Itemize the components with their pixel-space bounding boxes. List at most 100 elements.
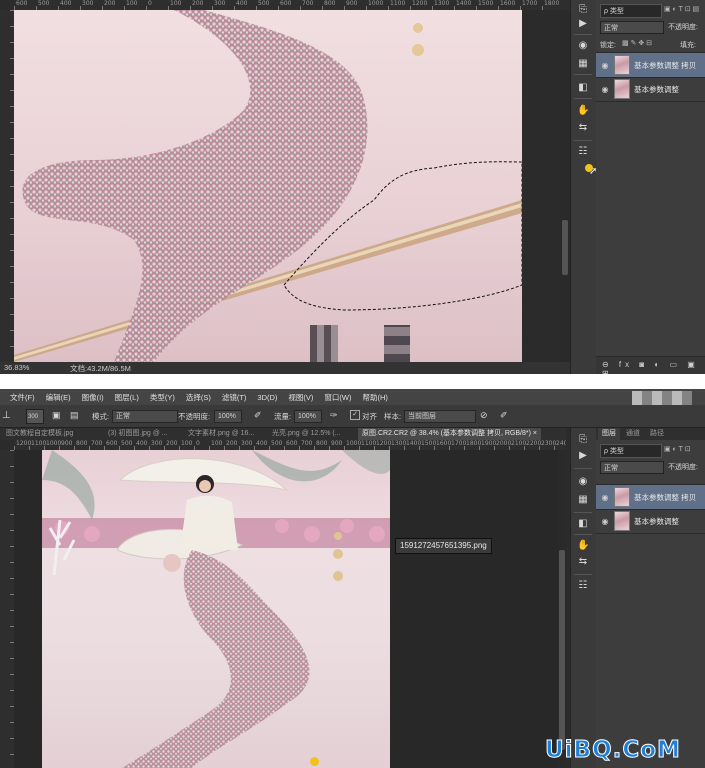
document-tab[interactable]: 原图.CR2.CR2 @ 38.4% (基本参数调整 拷贝, RGB/8*) × bbox=[358, 428, 541, 440]
menu-item[interactable]: 选择(S) bbox=[186, 392, 211, 403]
zoom-level[interactable]: 36.83% bbox=[4, 363, 29, 372]
panel-tab[interactable]: 路径 bbox=[646, 428, 668, 440]
bottom-vertical-ruler bbox=[0, 450, 14, 768]
color-wheel-icon[interactable]: ◉ bbox=[577, 476, 589, 488]
layer-row[interactable]: ◉ 基本参数调整 bbox=[596, 77, 705, 102]
top-canvas-photo bbox=[14, 10, 522, 362]
top-vertical-scrollbar[interactable] bbox=[560, 10, 570, 362]
blend-mode-select[interactable]: 正常 bbox=[600, 21, 664, 34]
align-checkbox[interactable]: ✓ bbox=[350, 410, 360, 420]
bottom-canvas[interactable] bbox=[42, 450, 390, 768]
ruler-tick-label: 1000 bbox=[368, 0, 384, 7]
doc-info: 文档:43.2M/86.5M bbox=[70, 364, 131, 373]
menu-bar: 文件(F) 编辑(E) 图像(I) 图层(L) 类型(Y) 选择(S) 滤镜(T) 3D(D)… bbox=[0, 389, 705, 405]
properties-icon[interactable]: ☷ bbox=[577, 580, 589, 592]
visibility-eye-icon[interactable]: ◉ bbox=[596, 85, 614, 94]
file-drag-name: 1591272457651395.png bbox=[400, 541, 487, 550]
lock-icons[interactable]: ▩ ✎ ✥ ⊟ bbox=[622, 39, 652, 47]
menu-item[interactable]: 编辑(E) bbox=[46, 392, 71, 403]
clone-source-icon[interactable]: ⇆ bbox=[577, 122, 589, 134]
top-scroll-thumb[interactable] bbox=[562, 220, 568, 275]
ruler-tick-label: 1800 bbox=[544, 0, 560, 7]
swatches-icon[interactable]: ▦ bbox=[577, 58, 589, 70]
ruler-tick-label: 500 bbox=[271, 440, 283, 447]
visibility-eye-icon[interactable]: ◉ bbox=[596, 517, 614, 526]
ruler-tick-label: 500 bbox=[258, 0, 270, 7]
menu-item[interactable]: 窗口(W) bbox=[324, 392, 351, 403]
document-tab[interactable]: 光亮.png @ 12.5% (... bbox=[268, 428, 345, 440]
top-side-toolstrip: ⎘ ▶ ◉ ▦ ◧ ✋ ⇆ ☷ ➚ bbox=[570, 0, 597, 374]
brush-presets-icon[interactable]: ✋ bbox=[577, 105, 589, 117]
menu-items: 文件(F) 编辑(E) 图像(I) 图层(L) 类型(Y) 选择(S) 滤镜(T) 3D(D)… bbox=[10, 392, 399, 403]
tool-divider bbox=[574, 512, 592, 513]
mode-select[interactable]: 正常 bbox=[112, 410, 178, 423]
menu-item[interactable]: 图像(I) bbox=[82, 392, 104, 403]
layer-filter[interactable]: ρ 类型 bbox=[600, 444, 662, 458]
layer-row[interactable]: ◉ 基本参数调整 拷贝 bbox=[596, 485, 705, 510]
airbrush-icon[interactable]: ✑ bbox=[330, 410, 338, 421]
color-wheel-icon[interactable]: ◉ bbox=[577, 40, 589, 52]
play-actions-icon[interactable]: ▶ bbox=[577, 18, 589, 30]
ruler-tick bbox=[542, 6, 543, 10]
visibility-eye-icon[interactable]: ◉ bbox=[596, 493, 614, 502]
ruler-tick-label: 400 bbox=[60, 0, 72, 7]
ignore-adjustments-icon[interactable]: ⊘ bbox=[480, 410, 488, 421]
tool-preset-icon[interactable]: ⊥ bbox=[2, 410, 11, 421]
menu-item[interactable]: 3D(D) bbox=[257, 393, 277, 402]
top-canvas[interactable] bbox=[14, 10, 522, 362]
clone-panel-icon[interactable]: ▤ bbox=[70, 410, 79, 421]
ruler-tick-label: 1400 bbox=[456, 0, 472, 7]
swatches-icon[interactable]: ▦ bbox=[577, 494, 589, 506]
opacity-input[interactable]: 100% bbox=[214, 410, 242, 423]
brush-size-box[interactable]: 300 bbox=[26, 409, 44, 424]
menu-item[interactable]: 视图(V) bbox=[288, 392, 313, 403]
layer-row[interactable]: ◉ 基本参数调整 拷贝 bbox=[596, 53, 705, 78]
flow-input[interactable]: 100% bbox=[294, 410, 322, 423]
brush-panel-icon[interactable]: ▣ bbox=[52, 410, 61, 421]
bottom-side-toolstrip: ⎘ ▶ ◉ ▦ ◧ ✋ ⇆ ☷ bbox=[570, 428, 597, 768]
history-icon[interactable]: ⎘ bbox=[577, 434, 589, 446]
ruler-tick-label: 200 bbox=[104, 0, 116, 7]
file-drag-tooltip: 1591272457651395.png bbox=[395, 538, 492, 554]
visibility-eye-icon[interactable]: ◉ bbox=[596, 61, 614, 70]
panel-tab[interactable]: 通道 bbox=[622, 428, 644, 440]
clone-source-icon[interactable]: ⇆ bbox=[577, 556, 589, 568]
brush-presets-icon[interactable]: ✋ bbox=[577, 540, 589, 552]
layer-name: 基本参数调整 拷贝 bbox=[634, 492, 697, 502]
layer-thumbnail bbox=[614, 511, 630, 531]
menu-item[interactable]: 图层(L) bbox=[115, 392, 139, 403]
history-icon[interactable]: ⎘ bbox=[577, 4, 589, 16]
ruler-tick-label: 100 bbox=[181, 440, 193, 447]
properties-icon[interactable]: ☷ bbox=[577, 146, 589, 158]
adjustments-icon[interactable]: ◧ bbox=[577, 518, 589, 530]
play-actions-icon[interactable]: ▶ bbox=[577, 450, 589, 462]
layer-row[interactable]: ◉ 基本参数调整 bbox=[596, 509, 705, 534]
adjustments-icon[interactable]: ◧ bbox=[577, 82, 589, 94]
document-tab[interactable]: (3) 初图图.jpg @ ... bbox=[104, 428, 172, 440]
layer-filter[interactable]: ρ 类型 bbox=[600, 4, 662, 18]
bottom-scroll-thumb[interactable] bbox=[559, 550, 565, 750]
panel-tab[interactable]: 图层 bbox=[598, 428, 620, 440]
blend-mode-select[interactable]: 正常 bbox=[600, 461, 664, 474]
filter-icons[interactable]: ▣ ◐ T ⊡ bbox=[664, 445, 691, 453]
menu-item[interactable]: 滤镜(T) bbox=[222, 392, 247, 403]
ruler-tick-label: 400 bbox=[136, 440, 148, 447]
bottom-vertical-scrollbar[interactable] bbox=[558, 450, 566, 768]
ruler-tick-label: 200 bbox=[226, 440, 238, 447]
ruler-tick-label: 200 bbox=[192, 0, 204, 7]
blend-mode-value: 正常 bbox=[604, 25, 618, 32]
document-tab[interactable]: 图文教程自定模板.jpg bbox=[2, 428, 77, 440]
menu-item[interactable]: 文件(F) bbox=[10, 392, 35, 403]
document-tab[interactable]: 文字素材.png @ 16... bbox=[184, 428, 258, 440]
sample-select[interactable]: 当前图层 bbox=[404, 410, 476, 423]
ruler-tick-label: 100 bbox=[126, 0, 138, 7]
pressure-opacity-icon[interactable]: ✐ bbox=[254, 410, 262, 421]
brush-size: 300 bbox=[28, 414, 39, 420]
ruler-tick-label: 500 bbox=[38, 0, 50, 7]
pressure-size-icon[interactable]: ✐ bbox=[500, 410, 508, 421]
menu-item[interactable]: 帮助(H) bbox=[363, 392, 388, 403]
menu-item[interactable]: 类型(Y) bbox=[150, 392, 175, 403]
filter-icons[interactable]: ▣ ◐ T ⊡ ▤ bbox=[664, 5, 699, 13]
ruler-tick-label: 700 bbox=[302, 0, 314, 7]
layer-name: 基本参数调整 bbox=[634, 516, 679, 526]
